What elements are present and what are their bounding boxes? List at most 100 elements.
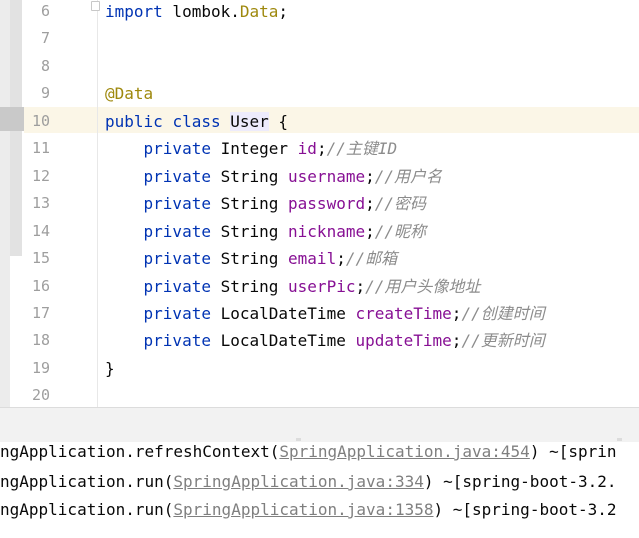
- line-number[interactable]: 20: [24, 382, 50, 407]
- code-token: ;: [365, 221, 375, 241]
- line-number[interactable]: 11: [24, 135, 50, 162]
- code-line[interactable]: 14 private String nickname;//昵称: [0, 218, 639, 245]
- line-number[interactable]: 15: [24, 245, 50, 272]
- line-number[interactable]: 6: [24, 0, 50, 25]
- code-token: //邮箱: [345, 249, 398, 269]
- code-line[interactable]: 17 private LocalDateTime createTime;//创建…: [0, 300, 639, 327]
- stack-trace-link[interactable]: SpringApplication.java:454: [279, 442, 529, 461]
- code-line[interactable]: 10 public class User {: [0, 108, 639, 135]
- console-text: ) ~[sprin: [529, 442, 617, 461]
- code-line[interactable]: 18 private LocalDateTime updateTime;//更新…: [0, 327, 639, 354]
- code-token: String: [210, 221, 289, 241]
- run-console[interactable]: ngApplication.refreshContext(SpringAppli…: [0, 442, 639, 538]
- code-token: //昵称: [374, 221, 427, 241]
- code-line[interactable]: 15 private String email;//邮箱: [0, 245, 639, 272]
- code-line[interactable]: 6 import lombok.Data;: [0, 0, 639, 25]
- code-token: private: [105, 221, 211, 241]
- code-text[interactable]: public class User {: [105, 108, 288, 135]
- code-token: updateTime: [355, 331, 452, 351]
- console-text: ngApplication.refreshContext(: [0, 442, 280, 461]
- code-token: }: [105, 358, 115, 378]
- code-token: private: [105, 249, 211, 269]
- code-token: userPic: [288, 276, 356, 296]
- line-number[interactable]: 13: [24, 190, 50, 217]
- code-text[interactable]: private Integer id;//主键ID: [105, 135, 398, 162]
- code-token: String: [210, 194, 289, 214]
- code-token: ;: [316, 139, 327, 159]
- tool-window-header[interactable]: [0, 407, 639, 443]
- code-line[interactable]: 13 private String password;//密码: [0, 190, 639, 217]
- code-line[interactable]: 20: [0, 382, 639, 407]
- code-token: @Data: [105, 84, 154, 104]
- code-line[interactable]: 12 private String username;//用户名: [0, 163, 639, 190]
- code-line[interactable]: 11 private Integer id;//主键ID: [0, 135, 639, 162]
- code-text[interactable]: private String nickname;//昵称: [105, 218, 426, 245]
- code-token: nickname: [288, 221, 366, 241]
- console-line: ngApplication.refreshContext(SpringAppli…: [0, 442, 617, 461]
- code-token: //主键ID: [326, 139, 398, 159]
- panel-splitter-tick: [617, 438, 622, 441]
- code-line[interactable]: 9 @Data: [0, 80, 639, 107]
- console-text: ngApplication.run(: [0, 500, 174, 519]
- code-token: createTime: [355, 303, 452, 323]
- line-number[interactable]: 7: [24, 25, 50, 52]
- code-text[interactable]: private String username;//用户名: [105, 163, 442, 190]
- code-text[interactable]: @Data: [105, 80, 153, 107]
- code-token: private: [105, 331, 211, 351]
- panel-splitter-tick: [296, 438, 301, 441]
- line-number[interactable]: 10: [24, 108, 50, 135]
- code-token: private: [105, 303, 211, 323]
- code-token: String: [210, 249, 289, 269]
- console-text: ngApplication.run(: [0, 472, 174, 491]
- code-text[interactable]: private String userPic;//用户头像地址: [105, 273, 481, 300]
- code-token: email: [288, 249, 337, 269]
- line-number[interactable]: 9: [24, 80, 50, 107]
- stack-trace-link[interactable]: SpringApplication.java:334: [173, 472, 423, 491]
- code-token: public: [105, 111, 163, 131]
- line-number[interactable]: 12: [24, 163, 50, 190]
- code-line[interactable]: 7: [0, 25, 639, 52]
- code-token: //用户名: [374, 166, 443, 186]
- line-number[interactable]: 17: [24, 300, 50, 327]
- code-token: //密码: [374, 194, 427, 214]
- code-token: password: [288, 194, 366, 214]
- code-token: String: [210, 276, 289, 296]
- code-token: ;: [451, 331, 462, 351]
- code-editor[interactable]: 6 import lombok.Data; 7 8 9 @Data 10 public cla…: [0, 0, 639, 407]
- line-number[interactable]: 8: [24, 53, 50, 80]
- line-number[interactable]: 19: [24, 355, 50, 382]
- code-token: private: [105, 194, 211, 214]
- code-text[interactable]: private String password;//密码: [105, 190, 426, 217]
- code-text[interactable]: private LocalDateTime updateTime;//更新时间: [105, 327, 545, 354]
- code-token: String: [210, 166, 289, 186]
- code-text[interactable]: private LocalDateTime createTime;//创建时间: [105, 300, 545, 327]
- code-token: ;: [278, 2, 289, 21]
- code-line[interactable]: 16 private String userPic;//用户头像地址: [0, 273, 639, 300]
- console-text: ) ~[spring-boot-3.2: [433, 500, 617, 519]
- code-token: //创建时间: [461, 303, 545, 323]
- code-token: User: [230, 111, 269, 131]
- line-number[interactable]: 14: [24, 218, 50, 245]
- fold-icon[interactable]: [91, 1, 100, 11]
- stack-trace-link[interactable]: SpringApplication.java:1358: [173, 500, 433, 519]
- code-text[interactable]: private String email;//邮箱: [105, 245, 398, 272]
- code-line[interactable]: 19}: [0, 355, 639, 382]
- code-token: //更新时间: [461, 331, 545, 351]
- code-token: LocalDateTime: [210, 303, 356, 323]
- code-token: private: [105, 166, 211, 186]
- code-token: Data: [239, 2, 279, 21]
- code-text[interactable]: import lombok.Data;: [105, 0, 288, 25]
- line-number[interactable]: 16: [24, 273, 50, 300]
- code-token: ;: [451, 303, 462, 323]
- console-text: ) ~[spring-boot-3.2.: [423, 472, 617, 491]
- line-number[interactable]: 18: [24, 327, 50, 354]
- code-token: username: [288, 166, 366, 186]
- code-line[interactable]: 8: [0, 53, 639, 80]
- code-token: ;: [355, 276, 366, 296]
- code-token: id: [297, 139, 317, 159]
- code-token: class: [172, 111, 221, 131]
- code-token: ;: [365, 166, 375, 186]
- code-text[interactable]: }: [105, 355, 115, 382]
- code-token: lombok.: [162, 2, 240, 21]
